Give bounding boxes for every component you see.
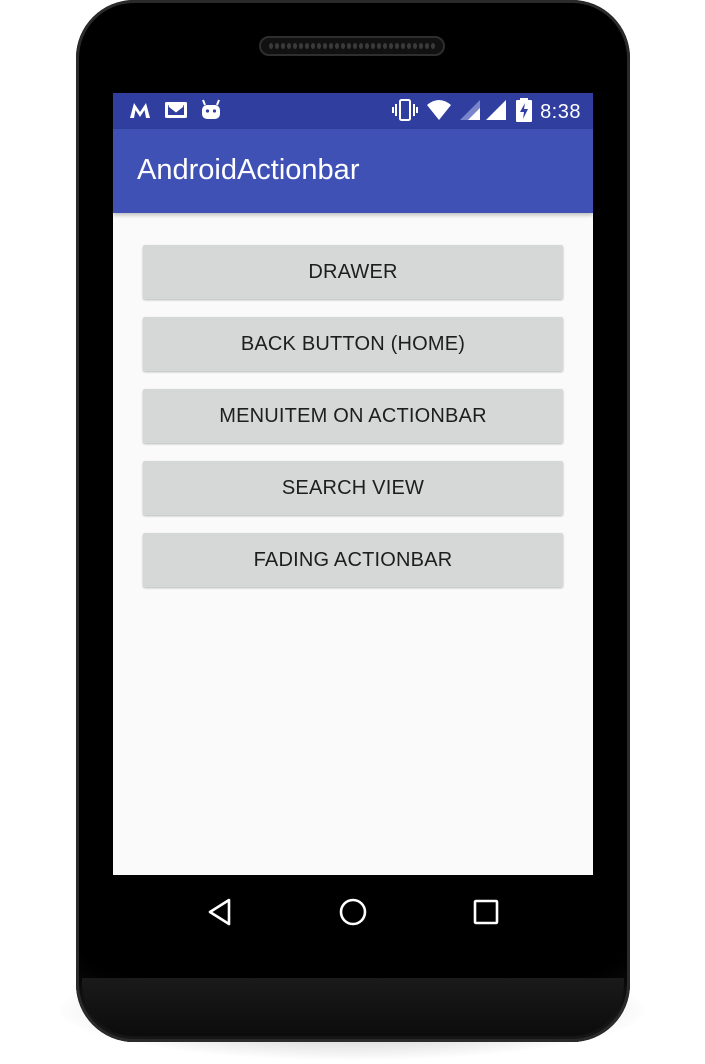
vibrate-icon [392,99,419,126]
action-bar: AndroidActionbar [113,129,593,213]
battery-charging-icon [516,98,533,127]
phone-chin [82,978,624,1036]
earpiece-speaker [259,36,445,56]
fading-actionbar-button[interactable]: FADING ACTIONBAR [143,533,563,587]
notification-icons [128,99,222,126]
mail-icon [164,100,188,125]
home-icon[interactable] [336,895,370,929]
drawer-button[interactable]: DRAWER [143,245,563,299]
navigation-bar [113,875,593,947]
system-icons: 8:38 [392,98,581,127]
signal-icon [460,99,508,126]
back-button-home-button[interactable]: BACK BUTTON (HOME) [143,317,563,371]
menuitem-on-actionbar-button[interactable]: MENUITEM ON ACTIONBAR [143,389,563,443]
status-clock: 8:38 [540,101,581,123]
wifi-icon [426,99,452,126]
device-screen: 8:38 AndroidActionbar DRAWER BACK BUTTON… [113,93,593,875]
android-debug-icon [200,99,222,126]
back-icon[interactable] [203,895,237,929]
gmail-m-icon [128,99,152,126]
search-view-button[interactable]: SEARCH VIEW [143,461,563,515]
app-title: AndroidActionbar [137,154,360,186]
recents-icon[interactable] [469,895,503,929]
status-bar: 8:38 [113,93,593,129]
